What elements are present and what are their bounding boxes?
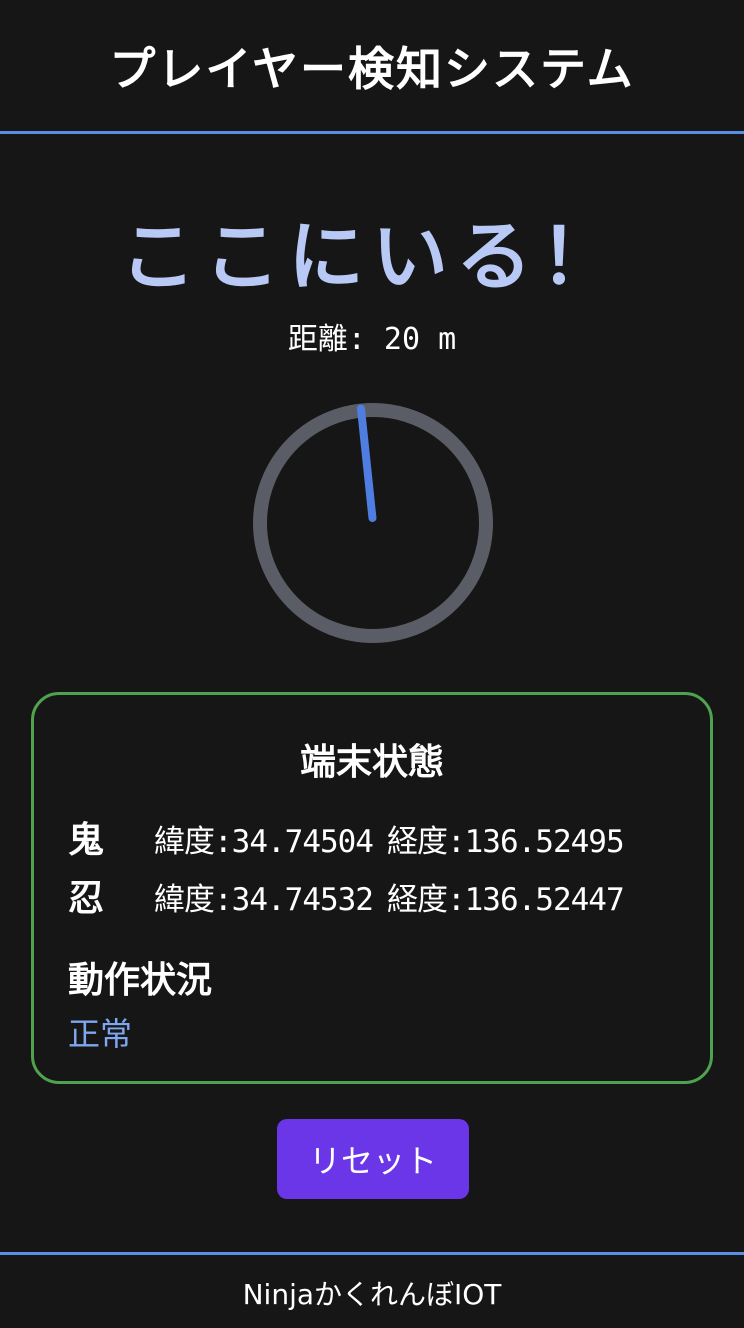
- compass-ring: [253, 403, 493, 643]
- direction-needle: [356, 404, 377, 523]
- role-label: 鬼: [68, 820, 105, 861]
- footer-text: NinjaかくれんぼIOT: [242, 1278, 502, 1311]
- longitude-value: 経度:136.52447: [386, 882, 625, 918]
- reset-button[interactable]: リセット: [277, 1119, 469, 1199]
- direction-compass: [253, 403, 493, 643]
- page-title: プレイヤー検知システム: [109, 41, 635, 96]
- app-footer: NinjaかくれんぼIOT: [0, 1252, 744, 1328]
- latitude-value: 緯度:34.74504: [154, 824, 374, 860]
- device-status-panel: 端末状態 鬼 緯度:34.74504 経度:136.52495 忍 緯度:34.…: [31, 692, 713, 1084]
- detection-headline: ここにいる！: [120, 212, 624, 301]
- panel-title: 端末状態: [299, 742, 444, 783]
- longitude-value: 経度:136.52495: [386, 824, 625, 860]
- role-label: 忍: [68, 878, 105, 919]
- app-root: プレイヤー検知システム ここにいる！ 距離: 20 m 端末状態 鬼 緯度:34…: [0, 0, 744, 1328]
- latitude-value: 緯度:34.74532: [154, 882, 374, 918]
- operation-status-label: 動作状況: [68, 960, 213, 1001]
- app-header: プレイヤー検知システム: [0, 0, 744, 134]
- operation-status-value: 正常: [68, 1015, 133, 1053]
- device-row-shinobi: 忍 緯度:34.74532 経度:136.52447: [68, 869, 625, 921]
- device-row-oni: 鬼 緯度:34.74504 経度:136.52495: [68, 811, 625, 863]
- distance-readout: 距離: 20 m: [287, 322, 457, 357]
